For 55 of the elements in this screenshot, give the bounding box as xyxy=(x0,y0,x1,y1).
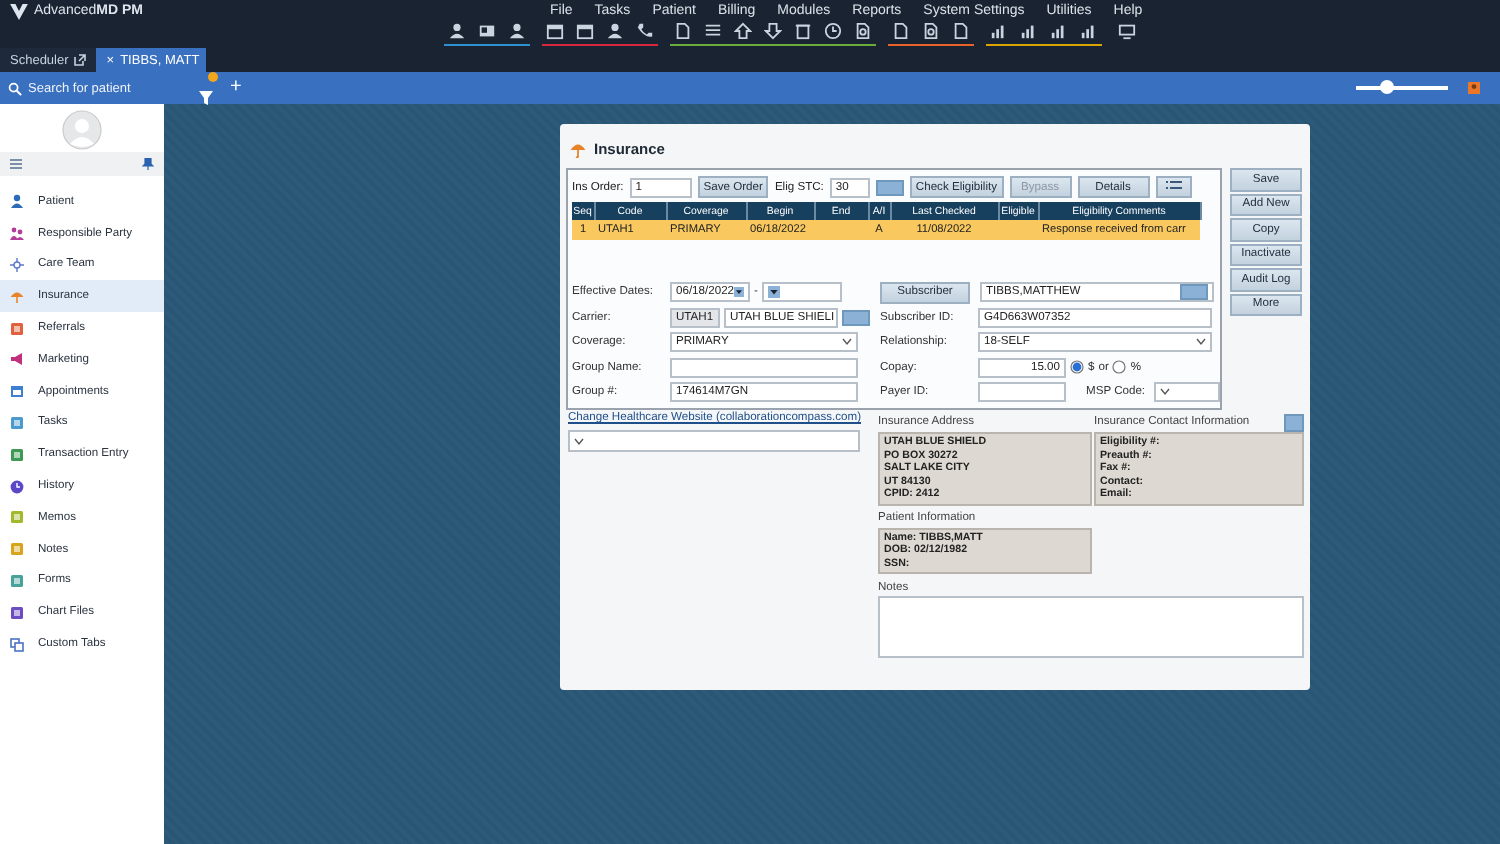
bar-chart-icon[interactable] xyxy=(1020,22,1038,40)
bar-chart-icon[interactable] xyxy=(990,22,1008,40)
bar-chart-icon[interactable] xyxy=(1080,22,1098,40)
date-field[interactable] xyxy=(761,282,842,302)
phone-icon[interactable] xyxy=(636,22,654,40)
document-search-icon[interactable] xyxy=(854,22,872,40)
menu-icon[interactable] xyxy=(10,158,22,170)
monitor-icon[interactable] xyxy=(1118,22,1136,40)
arrow-up-icon[interactable] xyxy=(734,22,752,40)
card-icon[interactable] xyxy=(478,22,496,40)
input-field[interactable] xyxy=(978,382,1066,402)
view-button[interactable] xyxy=(1284,413,1304,431)
person-icon[interactable] xyxy=(448,22,466,40)
caret-icon xyxy=(1159,388,1170,396)
pin-icon[interactable] xyxy=(142,158,154,170)
dropdown-arrow-icon xyxy=(734,286,744,298)
document-search-icon[interactable] xyxy=(922,22,940,40)
history-icon xyxy=(10,479,24,494)
search-icon xyxy=(8,81,22,95)
caret-icon xyxy=(842,338,852,346)
slider-thumb[interactable] xyxy=(1380,80,1395,94)
umbrella-icon xyxy=(570,141,586,157)
notification-badge xyxy=(208,72,218,82)
clock-icon[interactable] xyxy=(824,22,842,40)
caret-icon xyxy=(574,437,584,445)
umbrella-icon xyxy=(10,289,24,304)
lookup-button[interactable] xyxy=(842,309,870,325)
input-field[interactable] xyxy=(670,357,858,377)
add-button[interactable]: + xyxy=(230,78,242,98)
caret-icon xyxy=(1196,338,1206,346)
calendar-icon[interactable] xyxy=(576,22,594,40)
dropdown-arrow-icon xyxy=(767,286,780,298)
document-icon[interactable] xyxy=(892,22,910,40)
bar-chart-icon[interactable] xyxy=(1050,22,1068,40)
person-icon[interactable] xyxy=(606,22,624,40)
megaphone-icon xyxy=(10,352,24,367)
people-icon xyxy=(10,226,24,241)
list-icon[interactable] xyxy=(704,22,722,40)
document-icon[interactable] xyxy=(952,22,970,40)
calendar-icon xyxy=(10,384,24,399)
calendar-icon[interactable] xyxy=(546,22,564,40)
trash-icon[interactable] xyxy=(794,22,812,40)
document-icon[interactable] xyxy=(674,22,692,40)
logo-icon xyxy=(10,4,28,20)
person-icon[interactable] xyxy=(508,22,526,40)
lookup-button[interactable] xyxy=(875,179,904,195)
user-icon[interactable] xyxy=(1468,82,1480,94)
list-view-button[interactable] xyxy=(1155,176,1192,198)
person-icon xyxy=(10,194,24,209)
external-link-icon xyxy=(74,54,87,66)
list-icon xyxy=(1165,180,1182,190)
network-icon xyxy=(10,257,24,272)
arrow-down-icon[interactable] xyxy=(764,22,782,40)
notes-field[interactable] xyxy=(878,596,1304,658)
tabs-icon xyxy=(10,637,24,652)
